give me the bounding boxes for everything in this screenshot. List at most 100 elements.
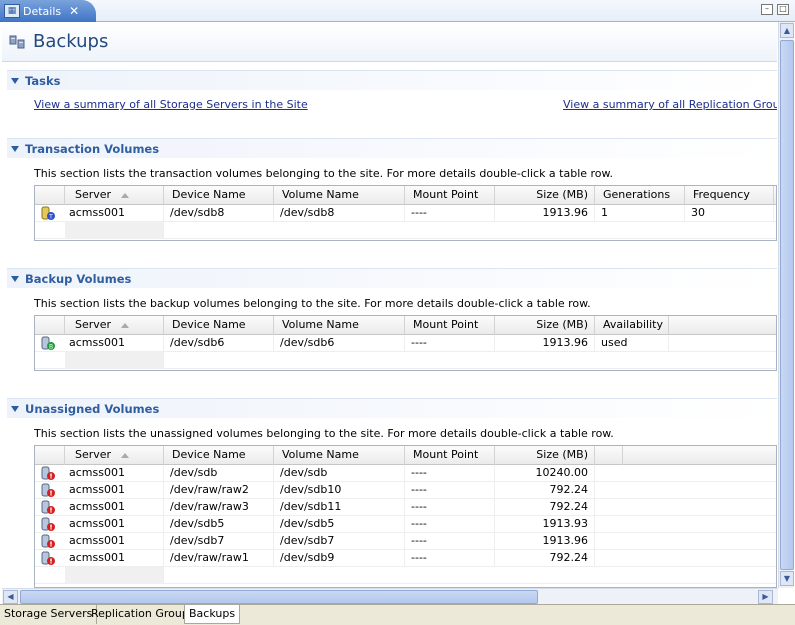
column-header-size[interactable]: Size (MB)	[495, 316, 595, 335]
cell-frequency: 30	[685, 205, 774, 222]
unassigned-volumes-description: This section lists the unassigned volume…	[34, 427, 614, 440]
table-row[interactable]: acmss001/dev/raw/raw2/dev/sdb10 ---- 792.2…	[35, 482, 776, 499]
cell-mount-point: ----	[405, 482, 495, 499]
column-header-mount-point[interactable]: Mount Point	[405, 186, 495, 205]
tab-details[interactable]: ▦ Details ✕	[0, 0, 96, 22]
icon-column-header	[35, 316, 65, 335]
table-row[interactable]: T acmss001 /dev/sdb8 /dev/sdb8 ---- 1913…	[35, 205, 776, 222]
transaction-volumes-table[interactable]: Server Device Name Volume Name Mount Poi…	[34, 185, 777, 241]
filler-column-header	[595, 446, 623, 465]
backup-volumes-section-header[interactable]: Backup Volumes	[7, 268, 777, 288]
cell-volume-name: /dev/sdb9	[274, 550, 405, 567]
link-replication-groups-summary[interactable]: View a summary of all Replication Groups…	[563, 98, 777, 111]
close-icon[interactable]: ✕	[69, 4, 79, 18]
horizontal-scrollbar[interactable]: ◀ ▶	[2, 588, 778, 604]
cell-mount-point: ----	[405, 550, 495, 567]
cell-size: 792.24	[495, 550, 595, 567]
empty-cell	[65, 567, 164, 584]
vertical-scroll-thumb[interactable]	[780, 40, 794, 570]
tab-backups[interactable]: Backups	[184, 605, 241, 624]
scroll-left-button[interactable]: ◀	[3, 590, 18, 604]
minimize-button[interactable]: –	[761, 4, 773, 15]
horizontal-scroll-thumb[interactable]	[20, 590, 538, 604]
page-tab-bar: Storage Servers Replication Groups Backu…	[0, 604, 795, 625]
table-header: Server Device Name Volume Name Mount Poi…	[35, 316, 776, 335]
cell-server: acmss001	[65, 516, 164, 533]
unassigned-rows: acmss001/dev/sdb/dev/sdb ---- 10240.00 acms…	[35, 465, 776, 567]
column-header-availability[interactable]: Availability	[595, 316, 669, 335]
tasks-section-header[interactable]: Tasks	[7, 70, 777, 90]
scroll-down-button[interactable]: ▼	[780, 571, 794, 586]
backups-icon	[9, 35, 25, 49]
collapse-arrow-icon[interactable]	[11, 77, 19, 84]
cell-server: acmss001	[65, 335, 164, 352]
backup-volume-icon: B	[41, 336, 55, 351]
cell-size: 1913.96	[495, 533, 595, 550]
unassigned-volume-icon	[41, 534, 55, 548]
cell-volume-name: /dev/sdb8	[274, 205, 405, 222]
scroll-right-button[interactable]: ▶	[758, 590, 773, 604]
unassigned-volume-icon	[41, 551, 55, 565]
cell-size: 1913.96	[495, 335, 595, 352]
table-row[interactable]: acmss001/dev/sdb5/dev/sdb5 ---- 1913.93	[35, 516, 776, 533]
scroll-up-button[interactable]: ▲	[780, 23, 794, 38]
cell-device-name: /dev/sdb7	[164, 533, 274, 550]
collapse-arrow-icon[interactable]	[11, 275, 19, 282]
details-content: Backups Tasks View a summary of all Stor…	[2, 22, 777, 588]
table-row[interactable]: B acmss001 /dev/sdb6 /dev/sdb6 ---- 1913…	[35, 335, 776, 352]
maximize-button[interactable]: □	[777, 4, 789, 15]
editor-tab-bar: ▦ Details ✕ – □	[0, 0, 795, 22]
column-header-server[interactable]: Server	[65, 316, 164, 335]
link-storage-servers-summary[interactable]: View a summary of all Storage Servers in…	[34, 98, 308, 111]
unassigned-volume-icon	[41, 517, 55, 531]
table-row[interactable]: acmss001/dev/sdb7/dev/sdb7 ---- 1913.96	[35, 533, 776, 550]
column-header-frequency[interactable]: Frequency	[685, 186, 774, 205]
column-header-device-name[interactable]: Device Name	[164, 446, 274, 465]
vertical-scrollbar[interactable]: ▲ ▼	[778, 22, 794, 588]
unassigned-volume-icon	[41, 483, 55, 497]
table-header: Server Device Name Volume Name Mount Poi…	[35, 186, 776, 205]
column-header-volume-name[interactable]: Volume Name	[274, 446, 405, 465]
cell-volume-name: /dev/sdb6	[274, 335, 405, 352]
page-title: Backups	[33, 31, 109, 52]
column-header-size[interactable]: Size (MB)	[495, 186, 595, 205]
cell-mount-point: ----	[405, 465, 495, 482]
column-header-volume-name[interactable]: Volume Name	[274, 186, 405, 205]
cell-server: acmss001	[65, 499, 164, 516]
sort-ascending-icon	[121, 192, 130, 198]
column-header-server[interactable]: Server	[65, 186, 164, 205]
column-label: Server	[75, 188, 112, 201]
collapse-arrow-icon[interactable]	[11, 145, 19, 152]
tab-replication-groups[interactable]: Replication Groups	[87, 605, 200, 624]
tab-storage-servers[interactable]: Storage Servers	[0, 605, 98, 624]
tab-details-label: Details	[23, 4, 62, 18]
collapse-arrow-icon[interactable]	[11, 405, 19, 412]
column-header-mount-point[interactable]: Mount Point	[405, 446, 495, 465]
column-header-mount-point[interactable]: Mount Point	[405, 316, 495, 335]
cell-availability: used	[595, 335, 669, 352]
svg-text:B: B	[49, 344, 53, 351]
table-row[interactable]: acmss001/dev/raw/raw3/dev/sdb11 ---- 792.2…	[35, 499, 776, 516]
icon-column-header	[35, 186, 65, 205]
unassigned-volume-icon	[41, 466, 55, 480]
column-header-device-name[interactable]: Device Name	[164, 316, 274, 335]
column-header-volume-name[interactable]: Volume Name	[274, 316, 405, 335]
tasks-title: Tasks	[25, 73, 61, 88]
column-header-size[interactable]: Size (MB)	[495, 446, 595, 465]
table-row[interactable]: acmss001/dev/sdb/dev/sdb ---- 10240.00	[35, 465, 776, 482]
table-row[interactable]: acmss001/dev/raw/raw1/dev/sdb9 ---- 792.24	[35, 550, 776, 567]
cell-mount-point: ----	[405, 205, 495, 222]
cell-device-name: /dev/sdb5	[164, 516, 274, 533]
unassigned-volumes-section-header[interactable]: Unassigned Volumes	[7, 398, 777, 418]
cell-size: 1913.93	[495, 516, 595, 533]
cell-device-name: /dev/sdb8	[164, 205, 274, 222]
transaction-volume-icon: T	[41, 206, 55, 221]
cell-volume-name: /dev/sdb	[274, 465, 405, 482]
column-header-server[interactable]: Server	[65, 446, 164, 465]
transaction-volumes-section-header[interactable]: Transaction Volumes	[7, 138, 777, 158]
sort-ascending-icon	[121, 452, 130, 458]
column-header-device-name[interactable]: Device Name	[164, 186, 274, 205]
backup-volumes-table[interactable]: Server Device Name Volume Name Mount Poi…	[34, 315, 777, 371]
column-header-generations[interactable]: Generations	[595, 186, 685, 205]
unassigned-volumes-table[interactable]: Server Device Name Volume Name Mount Poi…	[34, 445, 777, 588]
